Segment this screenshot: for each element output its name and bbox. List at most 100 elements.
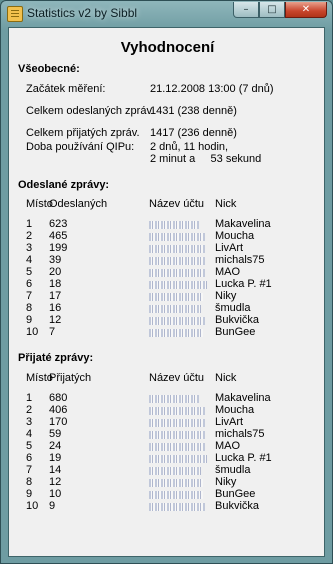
sent-nick: BunGee	[215, 326, 256, 338]
sent-count: 12	[49, 314, 62, 326]
close-button[interactable]: ✕	[285, 2, 327, 18]
received-place: 5	[26, 440, 33, 452]
sent-account-redacted	[149, 305, 201, 313]
sent-count: 16	[49, 302, 62, 314]
received-total-label: Celkem přijatých zpráv.	[26, 127, 140, 139]
sent-count: 17	[49, 290, 62, 302]
sent-account-redacted	[149, 269, 205, 277]
sent-nick: LivArt	[215, 242, 244, 254]
received-place: 10	[26, 500, 39, 512]
sent-count: 199	[49, 242, 68, 254]
statistics-window: Statistics v2 by Sibbl – □ ✕ Vyhodnocení…	[0, 0, 333, 564]
received-place: 9	[26, 488, 33, 500]
received-count: 24	[49, 440, 62, 452]
sent-nick: Moucha	[215, 230, 255, 242]
sent-place: 4	[26, 254, 33, 266]
general-section-title: Všeobecné:	[18, 63, 80, 75]
minimize-button[interactable]: –	[233, 2, 259, 18]
received-account-redacted	[149, 443, 205, 451]
sent-nick: michals75	[215, 254, 265, 266]
received-count: 406	[49, 404, 68, 416]
received-place: 3	[26, 416, 33, 428]
received-account-redacted	[149, 503, 205, 511]
sent-nick: Makavelina	[215, 218, 271, 230]
sent-account-redacted	[149, 221, 199, 229]
received-total-value: 1417 (236 denně)	[150, 127, 237, 139]
sent-total-label: Celkem odeslaných zpráv	[26, 105, 152, 117]
received-place: 8	[26, 476, 33, 488]
received-header-account: Název účtu	[149, 372, 205, 384]
sent-section-title: Odeslané zprávy:	[18, 179, 110, 191]
received-place: 7	[26, 464, 33, 476]
sent-place: 2	[26, 230, 33, 242]
received-nick: Niky	[215, 476, 237, 488]
received-nick: MAO	[215, 440, 241, 452]
received-count: 170	[49, 416, 68, 428]
sent-place: 10	[26, 326, 39, 338]
received-nick: Bukvička	[215, 500, 260, 512]
statistics-panel: Vyhodnocení Všeobecné: Začátek měření: 2…	[8, 27, 325, 557]
maximize-button[interactable]: □	[259, 2, 285, 18]
app-icon[interactable]	[7, 6, 23, 22]
sent-account-redacted	[149, 245, 205, 253]
sent-count: 465	[49, 230, 68, 242]
received-account-redacted	[149, 419, 205, 427]
title-bar[interactable]: Statistics v2 by Sibbl – □ ✕	[1, 1, 332, 27]
page-title: Vyhodnocení	[120, 39, 215, 56]
received-nick: Lucka P. #1	[215, 452, 272, 464]
usage-value-line-1: 2 dnů, 11 hodin,	[150, 141, 229, 153]
received-count: 14	[49, 464, 62, 476]
received-account-redacted	[149, 467, 201, 475]
received-nick: šmudla	[215, 464, 251, 476]
sent-account-redacted	[149, 257, 205, 265]
received-account-redacted	[149, 455, 207, 463]
sent-header-count: Odeslaných	[49, 198, 108, 210]
received-count: 10	[49, 488, 62, 500]
sent-header-account: Název účtu	[149, 198, 205, 210]
usage-label: Doba používání QIPu:	[26, 141, 135, 153]
received-header-count: Přijatých	[49, 372, 92, 384]
sent-account-redacted	[149, 317, 205, 325]
received-nick: BunGee	[215, 488, 256, 500]
received-section-title: Přijaté zprávy:	[18, 352, 94, 364]
received-count: 19	[49, 452, 62, 464]
sent-header-nick: Nick	[215, 198, 237, 210]
received-account-redacted	[149, 395, 199, 403]
sent-place: 3	[26, 242, 33, 254]
sent-count: 20	[49, 266, 62, 278]
sent-account-redacted	[149, 281, 207, 289]
start-value: 21.12.2008 13:00 (7 dnů)	[150, 83, 274, 95]
sent-nick: Lucka P. #1	[215, 278, 272, 290]
received-nick: LivArt	[215, 416, 244, 428]
received-place: 6	[26, 452, 33, 464]
received-nick: michals75	[215, 428, 265, 440]
received-place: 4	[26, 428, 33, 440]
sent-nick: Bukvička	[215, 314, 260, 326]
sent-total-value: 1431 (238 denně)	[150, 105, 237, 117]
received-account-redacted	[149, 407, 205, 415]
sent-place: 5	[26, 266, 33, 278]
start-label: Začátek měření:	[26, 83, 106, 95]
sent-count: 18	[49, 278, 62, 290]
received-account-redacted	[149, 479, 203, 487]
sent-count: 7	[49, 326, 56, 338]
window-title: Statistics v2 by Sibbl	[27, 6, 138, 20]
received-count: 680	[49, 392, 68, 404]
sent-place: 9	[26, 314, 33, 326]
sent-place: 6	[26, 278, 33, 290]
received-account-redacted	[149, 431, 205, 439]
sent-place: 1	[26, 218, 33, 230]
received-count: 12	[49, 476, 62, 488]
received-count: 9	[49, 500, 56, 512]
usage-value-line-2: 2 minut a 53 sekund	[150, 153, 262, 165]
sent-place: 8	[26, 302, 33, 314]
received-place: 2	[26, 404, 33, 416]
received-account-redacted	[149, 491, 203, 499]
received-nick: Moucha	[215, 404, 255, 416]
sent-nick: šmudla	[215, 302, 251, 314]
received-header-nick: Nick	[215, 372, 237, 384]
received-count: 59	[49, 428, 62, 440]
sent-count: 623	[49, 218, 68, 230]
sent-nick: MAO	[215, 266, 241, 278]
sent-account-redacted	[149, 233, 205, 241]
